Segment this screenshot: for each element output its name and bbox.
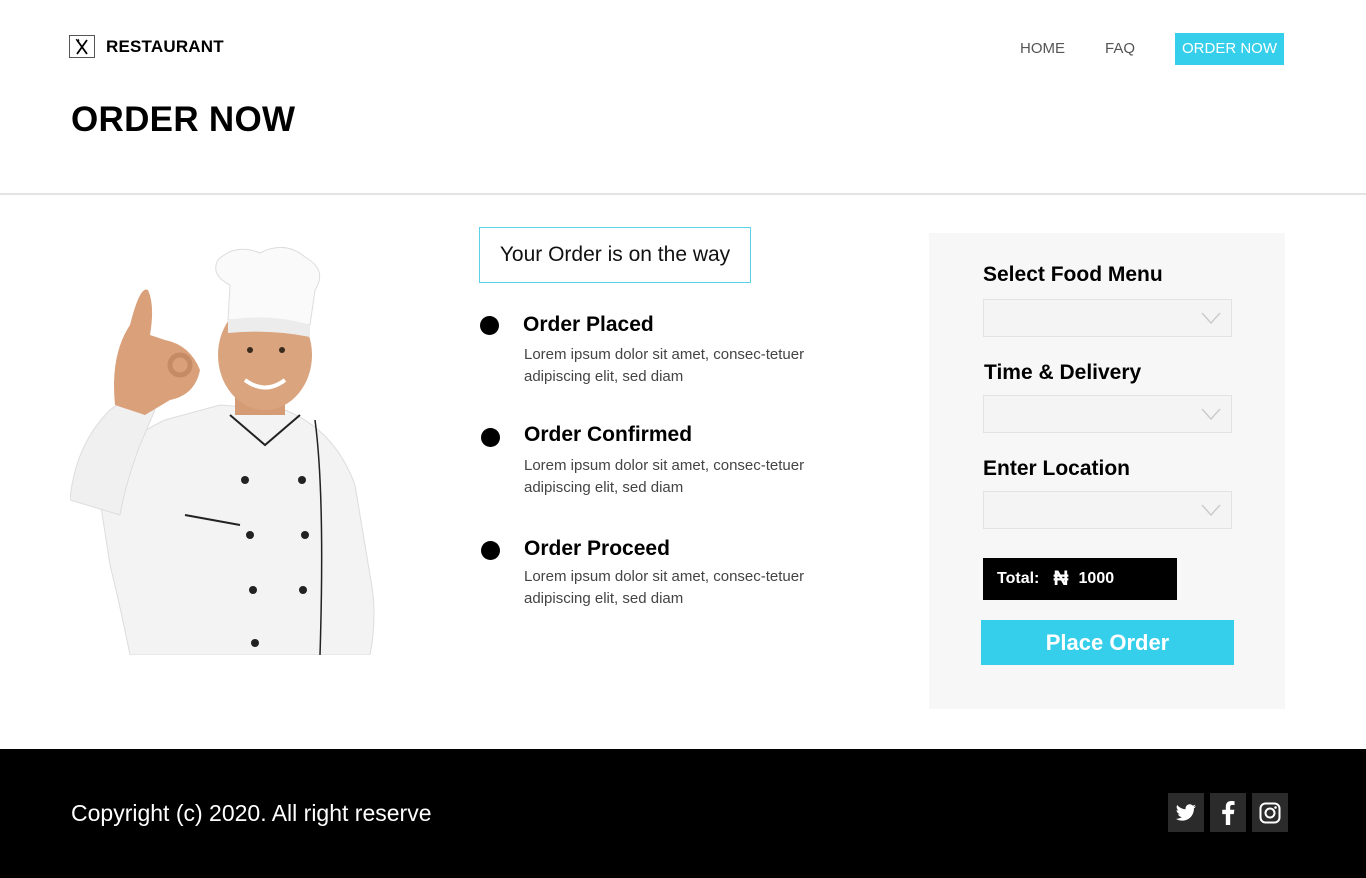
status-step-confirmed: Order Confirmed Lorem ipsum dolor sit am… bbox=[480, 423, 820, 506]
step-description: Lorem ipsum dolor sit amet, consec-tetue… bbox=[524, 457, 805, 496]
header-divider bbox=[0, 193, 1366, 195]
fork-knife-icon bbox=[69, 35, 95, 58]
order-total: Total: ₦ 1000 bbox=[983, 558, 1177, 600]
order-form-panel: Select Food Menu Time & Delivery Enter L… bbox=[929, 233, 1285, 709]
nav-home-link[interactable]: HOME bbox=[1020, 33, 1065, 65]
time-delivery-label: Time & Delivery bbox=[984, 361, 1142, 384]
chevron-down-icon bbox=[1201, 504, 1221, 516]
step-bullet-icon bbox=[480, 316, 499, 335]
step-bullet-icon bbox=[481, 541, 500, 560]
chevron-down-icon bbox=[1201, 408, 1221, 420]
twitter-icon[interactable] bbox=[1168, 793, 1204, 832]
location-label: Enter Location bbox=[983, 457, 1131, 480]
step-description: Lorem ipsum dolor sit amet, consec-tetue… bbox=[524, 568, 805, 607]
brand-name: RESTAURANT bbox=[106, 36, 224, 56]
time-delivery-select[interactable] bbox=[983, 395, 1232, 433]
step-title: Order Placed bbox=[523, 313, 654, 336]
footer: Copyright (c) 2020. All right reserve bbox=[0, 749, 1366, 878]
naira-currency-icon: ₦ bbox=[1053, 567, 1069, 590]
step-title: Order Confirmed bbox=[524, 423, 693, 446]
food-menu-label: Select Food Menu bbox=[983, 263, 1163, 286]
place-order-button[interactable]: Place Order bbox=[981, 620, 1234, 665]
page-title: ORDER NOW bbox=[71, 100, 296, 139]
nav-order-now-button[interactable]: ORDER NOW bbox=[1175, 33, 1284, 65]
main-nav: HOME FAQ ORDER NOW bbox=[1020, 33, 1284, 65]
order-status-heading: Your Order is on the way bbox=[479, 227, 751, 283]
copyright-text: Copyright (c) 2020. All right reserve bbox=[71, 800, 432, 826]
chef-image bbox=[70, 246, 375, 655]
social-links bbox=[1162, 793, 1288, 832]
status-step-proceed: Order Proceed Lorem ipsum dolor sit amet… bbox=[480, 537, 820, 620]
step-description: Lorem ipsum dolor sit amet, consec-tetue… bbox=[524, 346, 805, 385]
facebook-icon[interactable] bbox=[1210, 793, 1246, 832]
total-label: Total: bbox=[997, 570, 1040, 587]
food-menu-select[interactable] bbox=[983, 299, 1232, 337]
chevron-down-icon bbox=[1201, 312, 1221, 324]
step-bullet-icon bbox=[481, 428, 500, 447]
step-title: Order Proceed bbox=[524, 537, 670, 560]
status-step-placed: Order Placed Lorem ipsum dolor sit amet,… bbox=[480, 313, 820, 395]
nav-faq-link[interactable]: FAQ bbox=[1105, 33, 1135, 65]
instagram-icon[interactable] bbox=[1252, 793, 1288, 832]
logo[interactable]: RESTAURANT bbox=[69, 35, 224, 58]
location-select[interactable] bbox=[983, 491, 1232, 529]
total-amount: 1000 bbox=[1078, 570, 1115, 587]
